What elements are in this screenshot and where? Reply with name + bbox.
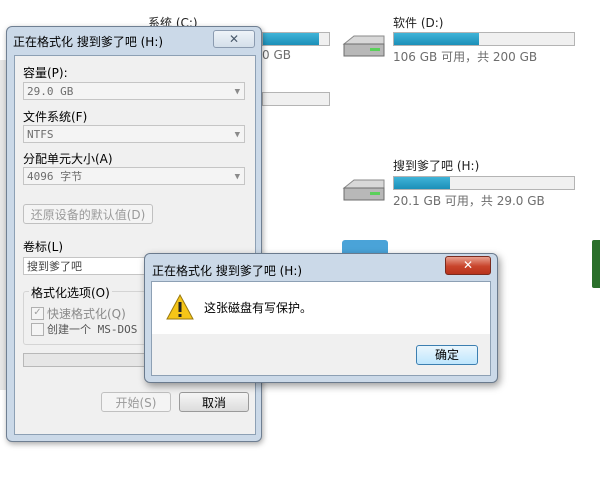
chevron-down-icon: ▼ bbox=[234, 130, 240, 140]
warning-message: 这张磁盘有写保护。 bbox=[204, 301, 313, 315]
chevron-down-icon: ▼ bbox=[234, 87, 240, 97]
capacity-label: 容量(P): bbox=[23, 66, 68, 80]
allocation-value: 4096 字节 bbox=[27, 170, 83, 183]
drive-h-usage-fill bbox=[394, 177, 450, 189]
ok-button[interactable]: 确定 bbox=[416, 345, 478, 365]
drive-h-name[interactable]: 搜到爹了吧 (H:) bbox=[393, 157, 479, 174]
hard-drive-icon bbox=[342, 35, 385, 57]
drive-h-usage-bar bbox=[393, 176, 575, 190]
write-protect-dialog: 正在格式化 搜到爹了吧 (H:) ✕ 这张磁盘有写保护。 确定 bbox=[144, 253, 498, 383]
filesystem-value: NTFS bbox=[27, 128, 54, 141]
quick-format-checkbox[interactable]: ✓ bbox=[31, 307, 44, 320]
quick-format-label: 快速格式化(Q) bbox=[47, 307, 126, 321]
filesystem-select[interactable]: NTFS ▼ bbox=[23, 125, 245, 143]
drive-h-info: 20.1 GB 可用，共 29.0 GB bbox=[393, 194, 545, 208]
drive-c-secondary-bar bbox=[262, 92, 330, 106]
warning-dialog-body: 这张磁盘有写保护。 确定 bbox=[151, 281, 491, 376]
device-icon-edge bbox=[592, 240, 600, 288]
volume-label-label: 卷标(L) bbox=[23, 240, 64, 254]
chevron-down-icon: ▼ bbox=[234, 172, 240, 182]
start-button[interactable]: 开始(S) bbox=[101, 392, 171, 412]
drive-c-info: 0 GB bbox=[262, 48, 291, 62]
drive-d-name[interactable]: 软件 (D:) bbox=[393, 14, 443, 31]
warning-message-area: 这张磁盘有写保护。 bbox=[152, 282, 490, 334]
restore-defaults-button[interactable]: 还原设备的默认值(D) bbox=[23, 204, 153, 224]
filesystem-label: 文件系统(F) bbox=[23, 110, 88, 124]
drive-d-info: 106 GB 可用，共 200 GB bbox=[393, 50, 538, 64]
allocation-label: 分配单元大小(A) bbox=[23, 152, 113, 166]
format-close-icon[interactable]: ✕ bbox=[213, 30, 255, 48]
cancel-button[interactable]: 取消 bbox=[179, 392, 249, 412]
removable-drive-icon bbox=[342, 179, 385, 201]
warning-close-icon[interactable]: ✕ bbox=[445, 256, 491, 275]
format-options-label: 格式化选项(O) bbox=[29, 284, 112, 301]
capacity-select[interactable]: 29.0 GB ▼ bbox=[23, 82, 245, 100]
capacity-value: 29.0 GB bbox=[27, 85, 74, 98]
msdos-checkbox[interactable] bbox=[31, 323, 44, 336]
allocation-select[interactable]: 4096 字节 ▼ bbox=[23, 167, 245, 185]
msdos-label: 创建一个 MS-DOS 启 bbox=[47, 323, 155, 336]
drive-d-usage-bar bbox=[393, 32, 575, 46]
drive-d-usage-fill bbox=[394, 33, 479, 45]
format-dialog-title: 正在格式化 搜到爹了吧 (H:) bbox=[13, 35, 164, 49]
drive-c-usage-bar bbox=[262, 32, 330, 46]
warning-dialog-title: 正在格式化 搜到爹了吧 (H:) bbox=[152, 264, 303, 278]
drive-c-usage-fill bbox=[263, 33, 320, 45]
warning-icon bbox=[166, 294, 194, 320]
